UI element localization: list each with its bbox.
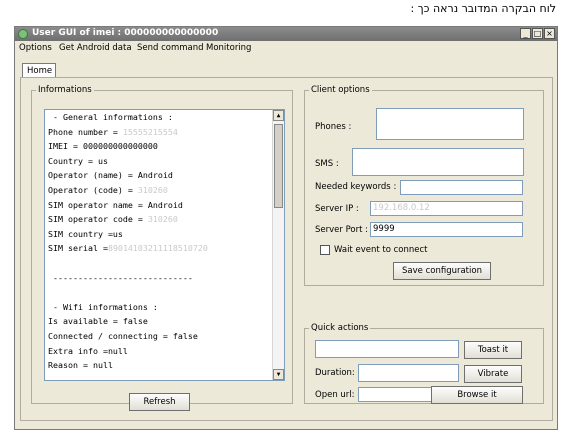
redacted-value: 310260 [147, 214, 178, 225]
info-line: SIM operator name = Android [48, 199, 183, 210]
info-line: Operator (name) = Android [48, 170, 173, 181]
maximize-button[interactable]: □ [532, 28, 543, 39]
duration-label: Duration: [315, 368, 355, 378]
server-ip-input[interactable]: 192.168.0.12 [370, 201, 523, 216]
informations-scrollbar[interactable]: ▲ ▼ [272, 110, 284, 380]
tab-strip: Home [20, 63, 553, 78]
phones-input[interactable] [376, 108, 524, 140]
tab-home[interactable]: Home [22, 63, 56, 77]
client-options-group: Client options Phones : SMS : Needed key… [304, 85, 544, 286]
info-line-operator-code: Operator (code) = 310260 [48, 184, 168, 195]
browse-it-button[interactable]: Browse it [431, 386, 523, 404]
duration-input[interactable] [358, 364, 459, 382]
info-line: Reason = null [48, 360, 113, 371]
info-line [45, 285, 284, 300]
menu-get-android-data[interactable]: Get Android data [59, 43, 132, 53]
toast-it-button[interactable]: Toast it [464, 341, 522, 359]
info-line: Country = us [48, 155, 108, 166]
redacted-value: 89014103211118510720 [107, 243, 208, 254]
phones-label: Phones : [315, 122, 352, 132]
info-line: IMEI = 000000000000000 [48, 141, 158, 152]
informations-legend: Informations [36, 85, 94, 95]
info-line: ---------------------------- [48, 272, 193, 283]
info-line-sim-operator-code: SIM operator code = 310260 [48, 214, 178, 225]
app-window: User GUI of imei : 000000000000000 _ □ ×… [14, 26, 558, 430]
redacted-value: 310260 [137, 184, 168, 195]
refresh-button[interactable]: Refresh [129, 393, 190, 411]
info-line: Connected / connecting = false [48, 330, 198, 341]
info-line: Extra info =null [48, 345, 128, 356]
vibrate-button[interactable]: Vibrate [464, 365, 522, 383]
window-title: User GUI of imei : 000000000000000 [32, 28, 219, 38]
server-ip-label: Server IP : [315, 204, 359, 214]
menu-send-command[interactable]: Send command [137, 43, 204, 53]
save-configuration-button[interactable]: Save configuration [393, 262, 491, 280]
redacted-value: 15555215554 [122, 126, 178, 137]
info-line: SIM country =us [48, 228, 123, 239]
informations-textarea[interactable]: - General informations : Phone number = … [44, 109, 285, 381]
menu-monitoring[interactable]: Monitoring [206, 43, 251, 53]
info-line: - Wifi informations : [48, 301, 158, 312]
title-bar[interactable]: User GUI of imei : 000000000000000 _ □ × [15, 27, 557, 41]
info-line [45, 256, 284, 271]
sms-label: SMS : [315, 159, 339, 169]
toast-input[interactable] [315, 340, 459, 358]
info-line: Is available = false [48, 316, 148, 327]
scroll-down-arrow-icon[interactable]: ▼ [273, 369, 284, 380]
home-tab-panel: Informations - General informations : Ph… [20, 77, 553, 421]
server-port-input[interactable]: 9999 [370, 222, 523, 237]
info-line-sim-serial: SIM serial =89014103211118510720 [48, 243, 208, 254]
informations-group: Informations - General informations : Ph… [31, 85, 293, 411]
client-options-legend: Client options [309, 85, 372, 95]
server-port-label: Server Port : [315, 225, 368, 235]
android-icon [18, 29, 28, 39]
info-line: - General informations : [48, 112, 173, 122]
caption-text: לוח הבקרה המדובר נראה כך : [410, 2, 556, 15]
info-line-phone: Phone number = 15555215554 [48, 126, 178, 137]
wait-event-label: Wait event to connect [334, 245, 428, 255]
quick-actions-legend: Quick actions [309, 323, 371, 333]
scroll-up-arrow-icon[interactable]: ▲ [273, 110, 284, 121]
minimize-button[interactable]: _ [520, 28, 531, 39]
needed-keywords-label: Needed keywords : [315, 182, 397, 192]
menu-bar: Options Get Android data Send command Mo… [15, 41, 557, 55]
needed-keywords-input[interactable] [400, 180, 523, 195]
open-url-label: Open url: [315, 390, 355, 400]
scroll-thumb[interactable] [274, 124, 283, 208]
sms-input[interactable] [352, 148, 524, 176]
wait-event-checkbox[interactable] [320, 245, 330, 255]
close-button[interactable]: × [544, 28, 555, 39]
menu-options[interactable]: Options [19, 43, 52, 53]
